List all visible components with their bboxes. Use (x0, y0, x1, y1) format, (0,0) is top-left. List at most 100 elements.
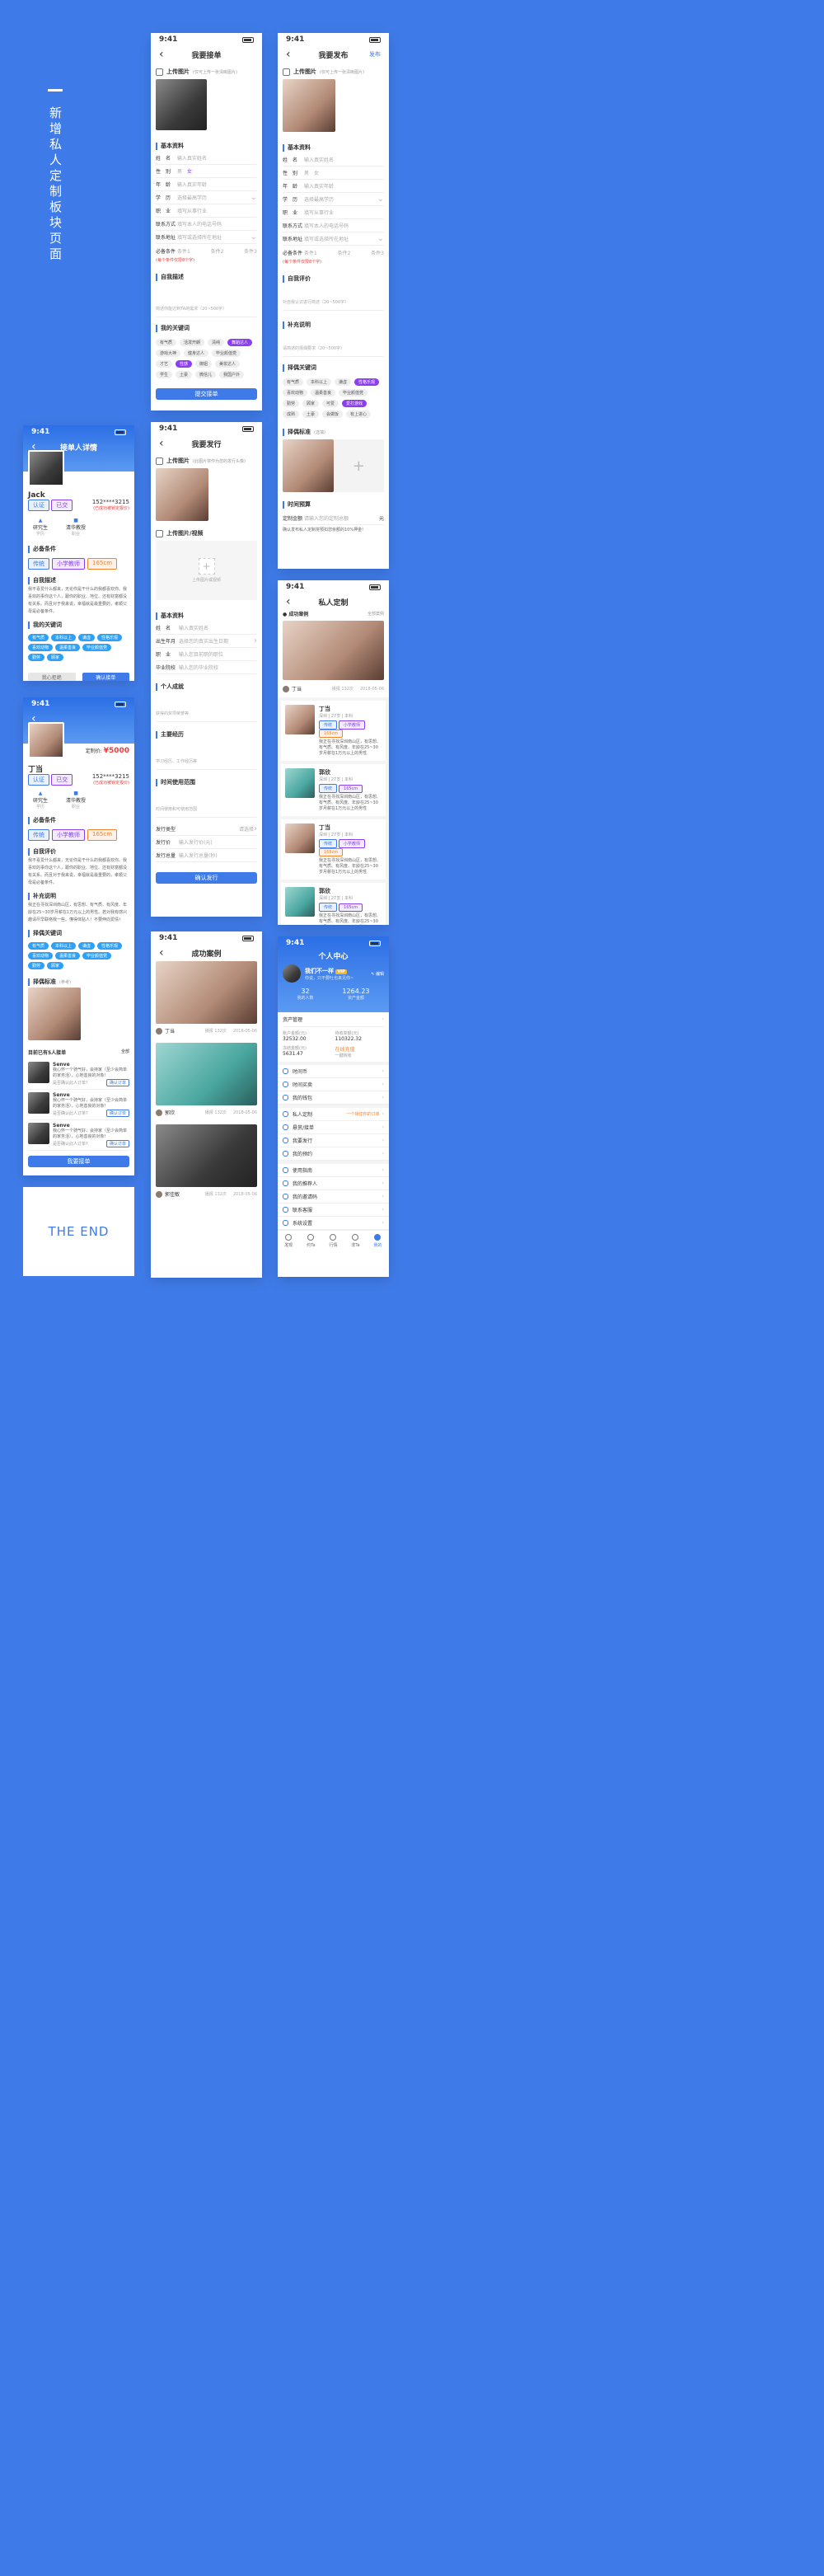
keyword-tag[interactable]: 才艺 (156, 360, 173, 368)
tab-3[interactable]: 非Ta (351, 1234, 360, 1248)
keyword-tag[interactable]: 性感 (176, 360, 193, 368)
edit-button[interactable]: ✎ 编辑 (371, 971, 384, 977)
mate-photo[interactable] (28, 988, 81, 1040)
type-select[interactable]: 请选择 (179, 825, 254, 833)
keyword-tag[interactable]: 有气质 (156, 339, 177, 346)
keyword-tag[interactable]: 谦虚 (78, 634, 96, 641)
menu-item[interactable]: 系统设置 › (278, 1217, 389, 1230)
mate-photo[interactable] (283, 439, 334, 492)
keyword-tag[interactable]: 可爱 (322, 400, 339, 407)
keyword-tag[interactable]: 顾家 (47, 654, 64, 661)
keyword-tag[interactable]: 有气质 (28, 634, 49, 641)
cond3-input[interactable]: 条件3 (244, 247, 257, 255)
menu-item[interactable]: 我的邀请码 › (278, 1190, 389, 1204)
age-input[interactable]: 输入真实年龄 (304, 182, 384, 190)
keyword-tag[interactable]: 性格乐观 (97, 634, 123, 641)
assets-row[interactable]: 资产管理 › (283, 1012, 384, 1027)
avatar[interactable] (283, 964, 301, 983)
upload-video-area[interactable]: + 上传图片或视频 (156, 541, 257, 600)
gender-options[interactable]: 男 女 (177, 167, 257, 175)
personal-input[interactable]: 获得的奖项荣誉等 (156, 694, 257, 722)
cond2-input[interactable]: 条件2 (338, 249, 351, 256)
back-icon[interactable]: ‹ (286, 595, 291, 608)
keyword-tag[interactable]: 本科以上 (51, 634, 77, 641)
keyword-tag[interactable]: 谦虚 (335, 378, 352, 386)
keyword-tag[interactable]: 土豪 (302, 411, 320, 418)
addr-input[interactable]: 填写或选择所在地址 (304, 235, 377, 242)
keyword-tag[interactable]: 毕业颜值党 (212, 350, 241, 357)
menu-item[interactable]: 我的钱包 › (278, 1091, 389, 1105)
job-input[interactable]: 输入您目前职的职位 (179, 650, 257, 658)
uploaded-photo[interactable] (156, 79, 207, 130)
keyword-tag[interactable]: 勤劳 (28, 654, 45, 661)
keyword-tag[interactable]: 毕业颜值党 (82, 952, 112, 960)
keyword-tag[interactable]: 谦虚 (78, 942, 96, 950)
uploaded-photo[interactable] (283, 79, 335, 132)
menu-item[interactable]: 悬赏/接单 › (278, 1121, 389, 1134)
keyword-tag[interactable]: 舞蹈达人 (227, 339, 253, 346)
keyword-tag[interactable]: 健身达人 (184, 350, 209, 357)
reject-button[interactable]: 我心拒绝 (28, 673, 76, 681)
submit-take-order-button[interactable]: 提交接单 (156, 388, 257, 400)
keyword-tag[interactable]: 喜欢动物 (283, 389, 308, 396)
keyword-tag[interactable]: 有气质 (283, 378, 304, 386)
keyword-tag[interactable]: 爱打游戏 (342, 400, 368, 407)
female-option[interactable]: 女 (314, 171, 319, 176)
custom-card[interactable]: 丁当 深圳 | 27岁 | 本科 传统 小学教师165cm 我正在寻找深圳南山区，有思想… (281, 819, 386, 880)
keyword-tag[interactable]: 游戏大神 (156, 350, 181, 357)
confirm-order-button[interactable]: 确认订单 (105, 1079, 129, 1086)
price-input[interactable]: 输入发行价(元) (179, 838, 257, 846)
applicant-row[interactable]: Senve 我心怀一个骑气好，会持家（至少会简单的家务活），心地善良的对象！ 是否确… (28, 1090, 129, 1120)
menu-item[interactable]: 使用指南 › (278, 1164, 389, 1177)
keyword-tag[interactable]: 会做饭 (322, 411, 344, 418)
uploaded-photo[interactable] (156, 468, 208, 521)
keyword-tag[interactable]: 学生 (156, 371, 173, 378)
applicant-row[interactable]: Senve 我心怀一个骑气好，会持家（至少会简单的家务活），心地善良的对象！ 是否确… (28, 1120, 129, 1151)
keyword-tag[interactable]: 御姐 (195, 360, 213, 368)
keyword-tag[interactable]: 喜欢动物 (28, 644, 54, 651)
tab-1[interactable]: 约Ta (307, 1234, 316, 1248)
keyword-tag[interactable]: 微信儿 (195, 371, 217, 378)
self-desc-input[interactable]: 简述你能达到TA的需求（20~500字） (156, 284, 257, 317)
keyword-tag[interactable]: 本科以上 (51, 942, 77, 950)
menu-item[interactable]: 联系客服 › (278, 1204, 389, 1217)
keyword-tag[interactable]: 毕业颜值党 (339, 389, 368, 396)
back-icon[interactable]: ‹ (159, 946, 164, 960)
applicant-row[interactable]: Senve 我心怀一个骑气好，会持家（至少会简单的家务活），心地善良的对象！ 是否确… (28, 1059, 129, 1090)
birth-select[interactable]: 选择您的真实出生日期 (179, 637, 254, 645)
cond1-input[interactable]: 条件1 (304, 249, 317, 256)
addr-input[interactable]: 填写或选择所在地址 (177, 233, 250, 241)
cond1-input[interactable]: 条件1 (177, 247, 190, 255)
keyword-tag[interactable]: 成熟 (283, 411, 300, 418)
keyword-tag[interactable]: 温柔善良 (55, 952, 81, 960)
exp-input[interactable]: 学习经历、工作经历等 (156, 742, 257, 770)
keyword-tag[interactable]: 土豪 (176, 371, 193, 378)
keyword-tag[interactable]: 清纯 (208, 339, 225, 346)
keyword-tag[interactable]: 有气质 (28, 942, 49, 950)
name-input[interactable]: 输入真实姓名 (179, 624, 257, 631)
back-icon[interactable]: ‹ (286, 48, 291, 61)
case-card[interactable]: 郭欣 播报 132次 2018-05-06 (151, 1043, 262, 1124)
supp-input[interactable]: 请简述的择偶要求（20~500字） (283, 332, 384, 357)
keyword-tag[interactable]: 温柔善良 (311, 389, 336, 396)
custom-card[interactable]: 郭欣 深圳 | 27岁 | 本科 传统 165cm 我正在寻找深圳南山区，有思想、有气质… (281, 883, 386, 925)
all-cases-link[interactable]: 全部案例 (368, 611, 384, 617)
tab-2[interactable]: 行情 (329, 1234, 337, 1248)
menu-item[interactable]: 我要发行 › (278, 1134, 389, 1147)
keyword-tag[interactable]: 本科以上 (307, 378, 332, 386)
edu-select[interactable]: 选择最高学历 (304, 195, 377, 203)
menu-item[interactable]: 私人定制 一个锁住你的订单 › (278, 1108, 389, 1121)
menu-item[interactable]: 时间买卖 › (278, 1078, 389, 1091)
all-applicants-link[interactable]: 全部 (121, 1049, 129, 1056)
phone-input[interactable]: 填写本人的电话号码 (177, 220, 257, 228)
custom-card[interactable]: 丁当 深圳 | 27岁 | 本科 传统 小学教师165cm 我正在寻找深圳南山区，有思想… (281, 701, 386, 761)
confirm-order-button[interactable]: 确认订单 (105, 1110, 129, 1117)
tab-0[interactable]: 发现 (284, 1234, 293, 1248)
keyword-tag[interactable]: 活泼开朗 (180, 339, 205, 346)
keyword-tag[interactable]: 美妆达人 (215, 360, 241, 368)
keyword-tag[interactable]: 我国户外 (219, 371, 245, 378)
female-option[interactable]: 女 (187, 169, 192, 175)
cond2-input[interactable]: 条件2 (211, 247, 224, 255)
keyword-tag[interactable]: 喜欢动物 (28, 952, 54, 960)
confirm-take-button[interactable]: 确认接单 (82, 673, 129, 681)
